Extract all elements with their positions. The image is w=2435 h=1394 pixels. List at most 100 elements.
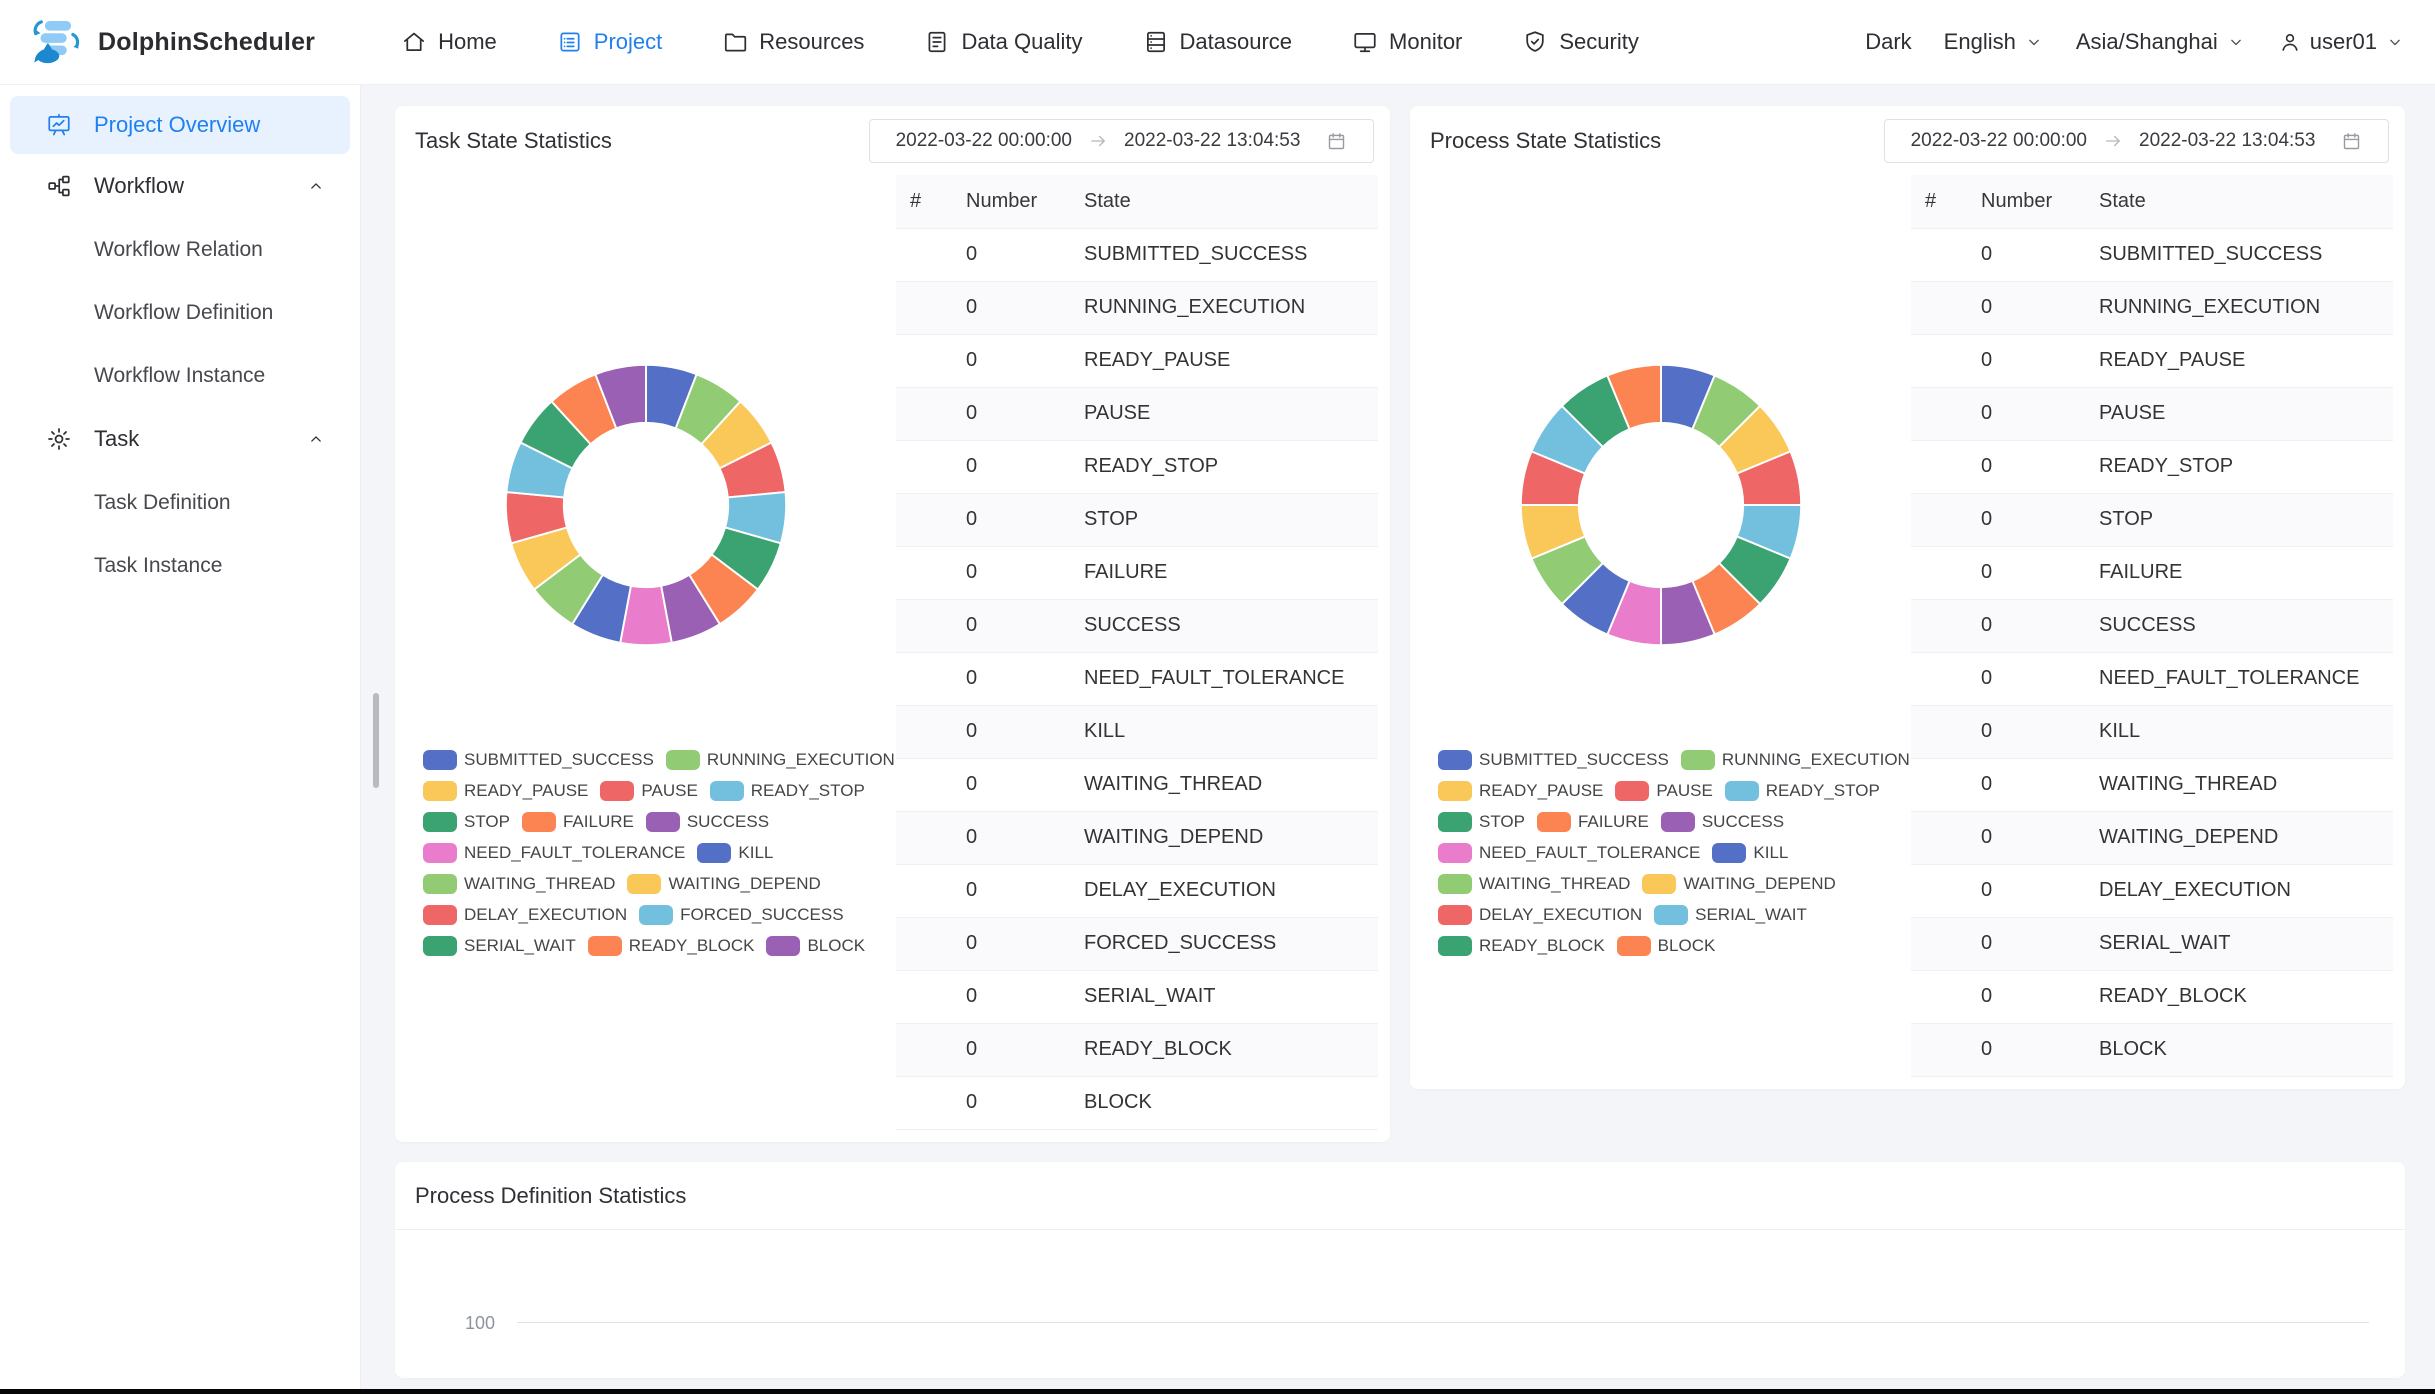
state-cell: SUBMITTED_SUCCESS: [2085, 228, 2393, 281]
number-cell: 0: [1967, 970, 2085, 1023]
legend-item-success[interactable]: SUCCESS: [646, 812, 769, 832]
state-cell: DELAY_EXECUTION: [1070, 864, 1378, 917]
chevron-down-icon: [2226, 32, 2246, 52]
row-index-cell: [1911, 864, 1967, 917]
legend-item-kill[interactable]: KILL: [1712, 843, 1788, 863]
nav-item-datasource[interactable]: Datasource: [1143, 29, 1293, 55]
nav-right: Dark English Asia/Shanghai user01: [1865, 29, 2405, 55]
legend-item-waiting-thread[interactable]: WAITING_THREAD: [1438, 874, 1630, 894]
legend-item-block[interactable]: BLOCK: [1617, 936, 1716, 956]
legend-item-forced-success[interactable]: FORCED_SUCCESS: [639, 905, 843, 925]
state-cell: WAITING_THREAD: [2085, 758, 2393, 811]
calendar-icon: [1326, 131, 1347, 152]
legend-item-waiting-depend[interactable]: WAITING_DEPEND: [1642, 874, 1835, 894]
brand[interactable]: DolphinScheduler: [30, 19, 315, 65]
legend-item-ready-block[interactable]: READY_BLOCK: [588, 936, 755, 956]
legend-item-stop[interactable]: STOP: [423, 812, 510, 832]
legend-item-waiting-thread[interactable]: WAITING_THREAD: [423, 874, 615, 894]
sidebar-item-task[interactable]: Task: [10, 410, 350, 468]
legend-item-ready-block[interactable]: READY_BLOCK: [1438, 936, 1605, 956]
date-range-picker[interactable]: 2022-03-22 00:00:00 2022-03-22 13:04:53: [1884, 119, 2389, 163]
overview-icon: [46, 112, 72, 138]
user-menu[interactable]: user01: [2278, 29, 2405, 55]
legend-item-block[interactable]: BLOCK: [766, 936, 865, 956]
legend-item-delay-execution[interactable]: DELAY_EXECUTION: [1438, 905, 1642, 925]
number-cell: 0: [1967, 652, 2085, 705]
nav-item-monitor[interactable]: Monitor: [1352, 29, 1462, 55]
nav-item-data-quality[interactable]: Data Quality: [924, 29, 1082, 55]
language-select[interactable]: English: [1944, 29, 2044, 55]
table-row: 0SERIAL_WAIT: [896, 970, 1378, 1023]
sidebar-item-task-instance[interactable]: Task Instance: [0, 534, 360, 597]
legend-item-ready-pause[interactable]: READY_PAUSE: [423, 781, 588, 801]
table-row: 0STOP: [1911, 493, 2393, 546]
sidebar-item-project-overview[interactable]: Project Overview: [10, 96, 350, 154]
timezone-select[interactable]: Asia/Shanghai: [2076, 29, 2246, 55]
theme-toggle[interactable]: Dark: [1865, 29, 1911, 55]
card-title: Process State Statistics: [1430, 128, 1661, 154]
legend-item-pause[interactable]: PAUSE: [600, 781, 697, 801]
legend-item-serial-wait[interactable]: SERIAL_WAIT: [1654, 905, 1807, 925]
monitor-icon: [1352, 29, 1378, 55]
row-index-cell: [896, 758, 952, 811]
sidebar-item-task-definition[interactable]: Task Definition: [0, 471, 360, 534]
legend-item-serial-wait[interactable]: SERIAL_WAIT: [423, 936, 576, 956]
legend-item-kill[interactable]: KILL: [697, 843, 773, 863]
legend-item-failure[interactable]: FAILURE: [1537, 812, 1649, 832]
legend-item-success[interactable]: SUCCESS: [1661, 812, 1784, 832]
legend-row: SUBMITTED_SUCCESS RUNNING_EXECUTION: [1438, 750, 1910, 770]
legend-item-running-execution[interactable]: RUNNING_EXECUTION: [666, 750, 895, 770]
nav-item-label: Data Quality: [961, 29, 1082, 55]
legend-item-need-fault-tolerance[interactable]: NEED_FAULT_TOLERANCE: [1438, 843, 1700, 863]
legend-item-ready-pause[interactable]: READY_PAUSE: [1438, 781, 1603, 801]
top-nav: DolphinScheduler Home Project Resources Dat…: [0, 0, 2435, 85]
legend-item-need-fault-tolerance[interactable]: NEED_FAULT_TOLERANCE: [423, 843, 685, 863]
legend-row: DELAY_EXECUTION FORCED_SUCCESS: [423, 905, 895, 925]
card-title: Task State Statistics: [415, 128, 612, 154]
nav-item-resources[interactable]: Resources: [722, 29, 864, 55]
legend-swatch: [697, 843, 731, 863]
sidebar-item-workflow-definition[interactable]: Workflow Definition: [0, 281, 360, 344]
number-cell: 0: [952, 917, 1070, 970]
number-cell: 0: [1967, 599, 2085, 652]
workflow-icon: [46, 173, 72, 199]
date-range-picker[interactable]: 2022-03-22 00:00:00 2022-03-22 13:04:53: [869, 119, 1374, 163]
row-index-cell: [896, 228, 952, 281]
legend-item-delay-execution[interactable]: DELAY_EXECUTION: [423, 905, 627, 925]
nav-item-project[interactable]: Project: [557, 29, 662, 55]
process-definition-chart[interactable]: 100: [395, 1230, 2405, 1372]
legend-item-submitted-success[interactable]: SUBMITTED_SUCCESS: [423, 750, 654, 770]
legend-item-running-execution[interactable]: RUNNING_EXECUTION: [1681, 750, 1910, 770]
legend-item-waiting-depend[interactable]: WAITING_DEPEND: [627, 874, 820, 894]
sidebar-scrollbar[interactable]: [373, 693, 379, 788]
legend-item-ready-stop[interactable]: READY_STOP: [710, 781, 865, 801]
nav-item-home[interactable]: Home: [401, 29, 497, 55]
table-row: 0WAITING_DEPEND: [896, 811, 1378, 864]
sidebar-item-workflow[interactable]: Workflow: [10, 157, 350, 215]
state-cell: BLOCK: [1070, 1076, 1378, 1129]
main-content: Task State Statistics 2022-03-22 00:00:0…: [361, 85, 2435, 1394]
number-cell: 0: [952, 811, 1070, 864]
number-cell: 0: [952, 493, 1070, 546]
gridline: [517, 1322, 2369, 1323]
legend-item-submitted-success[interactable]: SUBMITTED_SUCCESS: [1438, 750, 1669, 770]
nav-item-security[interactable]: Security: [1522, 29, 1638, 55]
legend-item-failure[interactable]: FAILURE: [522, 812, 634, 832]
task-state-donut-chart[interactable]: [501, 360, 791, 650]
state-cell: FAILURE: [1070, 546, 1378, 599]
process-state-donut-chart[interactable]: [1516, 360, 1806, 650]
legend-item-ready-stop[interactable]: READY_STOP: [1725, 781, 1880, 801]
legend-item-pause[interactable]: PAUSE: [1615, 781, 1712, 801]
task-state-table: #NumberState 0SUBMITTED_SUCCESS0RUNNING_…: [896, 175, 1378, 1130]
bottom-edge-strip: [0, 1389, 2435, 1394]
legend-swatch: [522, 812, 556, 832]
table-row: 0PAUSE: [1911, 387, 2393, 440]
legend-item-stop[interactable]: STOP: [1438, 812, 1525, 832]
sidebar-item-workflow-instance[interactable]: Workflow Instance: [0, 344, 360, 407]
row-index-cell: [1911, 546, 1967, 599]
state-cell: RUNNING_EXECUTION: [2085, 281, 2393, 334]
chevron-up-icon: [306, 176, 326, 196]
nav-item-label: Home: [438, 29, 497, 55]
legend-label: BLOCK: [807, 936, 865, 956]
sidebar-item-workflow-relation[interactable]: Workflow Relation: [0, 218, 360, 281]
